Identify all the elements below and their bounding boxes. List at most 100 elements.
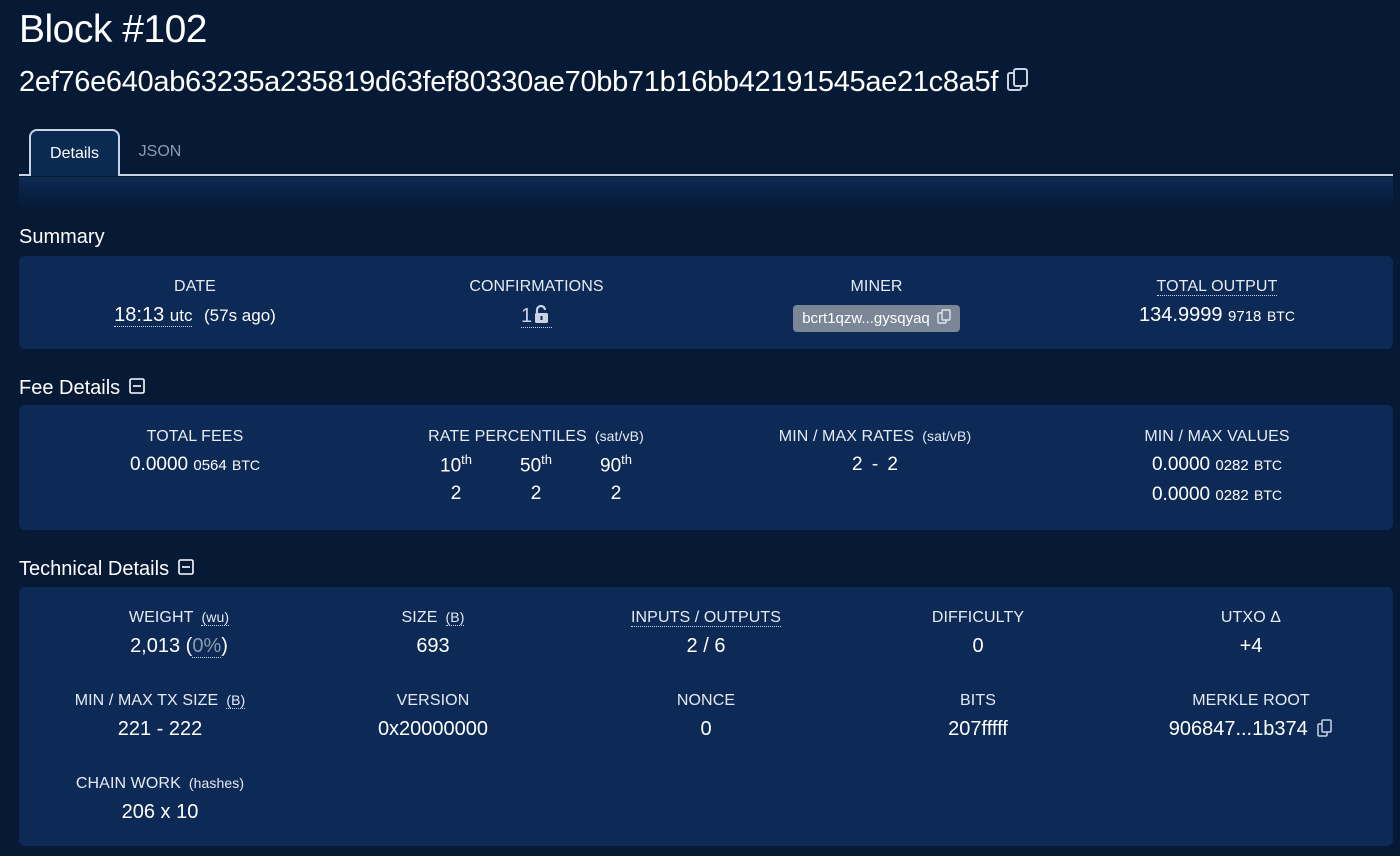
merkle-root-label: MERKLE ROOT: [1192, 692, 1310, 709]
total-output-label-wrap: TOTAL OUTPUT: [1039, 278, 1395, 296]
date-label: DATE: [174, 278, 216, 295]
size-unit[interactable]: (B): [445, 609, 465, 626]
tx-size-unit[interactable]: (B): [226, 692, 246, 709]
merkle-root-value: 906847...1b374: [1136, 718, 1366, 741]
total-output-small: 9718: [1228, 308, 1262, 325]
weight-value: 2,013 (0%): [130, 635, 228, 658]
percentile-suffix: th: [621, 452, 632, 467]
confirmations-value: 1: [359, 304, 714, 328]
size-cell: SIZE (B) 693: [318, 609, 548, 658]
total-output-label[interactable]: TOTAL OUTPUT: [1156, 278, 1278, 296]
tab-details[interactable]: Details: [29, 129, 120, 176]
nonce-value: 0: [700, 718, 712, 740]
miner-label: MINER: [850, 278, 903, 295]
size-value: 693: [416, 635, 450, 657]
confirmations-cell: CONFIRMATIONS 1: [359, 278, 714, 328]
difficulty-cell: DIFFICULTY 0: [863, 609, 1093, 658]
nonce-label: NONCE: [676, 692, 736, 709]
confirmations-label: CONFIRMATIONS: [469, 278, 604, 295]
nonce-cell: NONCE 0: [591, 692, 821, 741]
utxo-delta-value: +4: [1239, 635, 1263, 657]
date-time[interactable]: 18:13 utc: [114, 304, 193, 327]
utxo-delta-label: UTXO Δ: [1220, 609, 1282, 626]
percentile-item: 90th 2: [576, 452, 656, 505]
size-label: SIZE (B): [318, 609, 548, 627]
tx-size-label-text: MIN / MAX TX SIZE: [74, 692, 219, 709]
confirmations-count[interactable]: 1: [520, 304, 553, 328]
chain-work-cell: CHAIN WORK (hashes) 206 x 10: [45, 775, 275, 824]
version-cell: VERSION 0x20000000: [318, 692, 548, 741]
total-output-cell: TOTAL OUTPUT 134.9999 9718 BTC: [1039, 278, 1395, 327]
rate-percentiles-label: RATE PERCENTILES (sat/vB): [371, 428, 701, 446]
merkle-root-text: 906847...1b374: [1168, 718, 1308, 740]
technical-details-title-text: Technical Details: [19, 558, 170, 580]
miner-address-text: bcrt1qzw...gysqyaq: [802, 310, 930, 327]
unlock-icon: [532, 304, 552, 327]
chain-work-unit: (hashes): [188, 775, 245, 791]
percentile-pct: 10: [440, 455, 462, 477]
total-fees-small: 0564: [193, 457, 227, 474]
utxo-delta-cell: UTXO Δ +4: [1136, 609, 1366, 658]
min-max-rates-unit: (sat/vB): [922, 428, 972, 444]
version-value: 0x20000000: [377, 718, 489, 740]
total-fees-cell: TOTAL FEES 0.0000 0564 BTC: [19, 428, 371, 476]
percentile-pct: 90: [600, 455, 622, 477]
tab-json[interactable]: JSON: [131, 129, 189, 175]
chain-work-label-text: CHAIN WORK: [75, 775, 181, 792]
bits-value: 207fffff: [948, 718, 1008, 740]
weight-number: 2,013: [130, 635, 181, 657]
size-label-text: SIZE: [401, 609, 438, 626]
difficulty-label: DIFFICULTY: [931, 609, 1025, 626]
summary-title: Summary: [19, 226, 105, 249]
chain-work-label: CHAIN WORK (hashes): [45, 775, 275, 793]
min-max-rates-label-text: MIN / MAX RATES: [778, 428, 915, 445]
min-value: 0.0000 0282 BTC: [1049, 454, 1385, 476]
copy-icon[interactable]: [1006, 67, 1030, 98]
inputs-outputs-label-wrap: INPUTS / OUTPUTS: [591, 609, 821, 627]
date-ago: (57s ago): [204, 306, 276, 325]
copy-icon[interactable]: [1313, 718, 1333, 740]
percentile-value: 2: [450, 483, 462, 505]
block-hash-row: 2ef76e640ab63235a235819d63fef80330ae70bb…: [19, 66, 1030, 99]
percentile-suffix: th: [461, 452, 472, 467]
min-max-values-label: MIN / MAX VALUES: [1144, 428, 1290, 445]
date-time-text: 18:13: [114, 304, 165, 326]
rate-percentiles-cell: RATE PERCENTILES (sat/vB) 10th 2 50th 2 9…: [371, 428, 701, 505]
rate-percentiles-unit: (sat/vB): [594, 428, 644, 444]
min-value-small: 0282: [1215, 457, 1249, 474]
total-output-unit: BTC: [1266, 308, 1295, 324]
date-cell: DATE 18:13 utc (57s ago): [19, 278, 371, 327]
copy-icon[interactable]: [937, 309, 951, 328]
tx-size-cell: MIN / MAX TX SIZE (B) 221 - 222: [45, 692, 275, 741]
weight-percent[interactable]: 0%: [192, 635, 222, 658]
difficulty-value: 0: [972, 635, 984, 657]
total-fees-unit: BTC: [232, 457, 261, 473]
total-fees-value: 0.0000 0564 BTC: [19, 454, 371, 476]
percentile-label: 10th: [416, 452, 496, 477]
min-max-values-cell: MIN / MAX VALUES 0.0000 0282 BTC 0.0000 …: [1049, 428, 1385, 506]
min-max-rates-value: 2 - 2: [851, 454, 899, 475]
total-output-main: 134.9999: [1139, 304, 1223, 326]
min-value-main: 0.0000: [1151, 454, 1211, 475]
min-max-rates-cell: MIN / MAX RATES (sat/vB) 2 - 2: [701, 428, 1049, 476]
summary-panel: DATE 18:13 utc (57s ago) CONFIRMATIONS 1…: [19, 256, 1393, 349]
max-value-main: 0.0000: [1151, 484, 1211, 505]
max-value: 0.0000 0282 BTC: [1049, 484, 1385, 506]
percentile-value: 2: [610, 483, 622, 505]
chain-work-value: 206 x 10: [121, 801, 199, 823]
total-output-value: 134.9999 9718 BTC: [1039, 304, 1395, 327]
inputs-outputs-cell: INPUTS / OUTPUTS 2 / 6: [591, 609, 821, 658]
collapse-icon[interactable]: [129, 377, 145, 400]
miner-address[interactable]: bcrt1qzw...gysqyaq: [793, 305, 960, 332]
rate-percentiles-label-text: RATE PERCENTILES: [428, 428, 587, 445]
bits-label: BITS: [960, 692, 996, 709]
collapse-icon[interactable]: [178, 558, 194, 581]
inputs-outputs-label[interactable]: INPUTS / OUTPUTS: [630, 609, 782, 627]
total-fees-label: TOTAL FEES: [146, 428, 244, 445]
page-title: Block #102: [19, 8, 207, 51]
min-max-rates-label: MIN / MAX RATES (sat/vB): [701, 428, 1049, 446]
min-value-unit: BTC: [1254, 457, 1283, 473]
weight-unit[interactable]: (wu): [201, 609, 230, 626]
date-tz: utc: [169, 306, 193, 325]
percentile-item: 10th 2: [416, 452, 496, 505]
